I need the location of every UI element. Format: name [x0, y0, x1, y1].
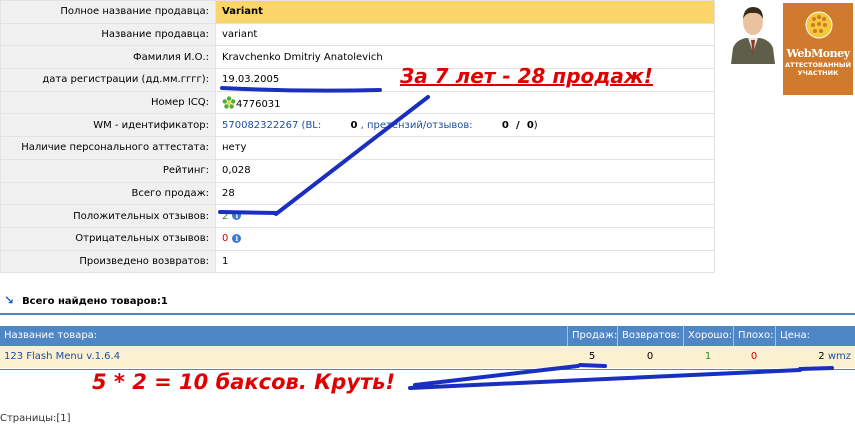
info-icon[interactable]: i — [232, 233, 242, 243]
goods-returns: 0 — [646, 351, 654, 362]
row-seller-name: Название продавца: variant — [0, 22, 715, 47]
icq-flower-icon — [222, 95, 236, 109]
label-negative: Отрицательных отзывов: — [0, 226, 216, 251]
claims-a: 0 — [501, 119, 509, 131]
row-negative: Отрицательных отзывов: 0i — [0, 226, 715, 251]
found-count: ↘ Всего найдено товаров:1 — [4, 293, 168, 307]
webmoney-badge[interactable]: WebMoney АТТЕСТОВАННЫЙ УЧАСТНИК — [782, 2, 854, 96]
goods-price-cell: 2 wmz — [775, 346, 855, 368]
row-attestat: Наличие персонального аттестата: нету — [0, 136, 715, 160]
value-seller-name: variant — [215, 22, 715, 47]
goods-price: 2 — [818, 351, 825, 362]
annotation-top: За 7 лет - 28 продаж! — [400, 64, 653, 88]
arrow-down-right-icon: ↘ — [4, 293, 15, 307]
seller-info-table: Полное название продавца: Variant Назван… — [0, 0, 715, 274]
goods-currency-link[interactable]: wmz — [828, 351, 851, 362]
pagination[interactable]: Страницы:[1] — [0, 413, 71, 424]
value-positive[interactable]: 2 — [222, 211, 228, 222]
table-row[interactable]: 123 Flash Menu v.1.6.4 5 0 1 0 2 wmz — [0, 346, 855, 368]
label-rating: Рейтинг: — [0, 158, 216, 183]
value-full-name: Variant — [215, 0, 715, 24]
row-total-sales: Всего продаж: 28 — [0, 181, 715, 206]
value-total-sales: 28 — [215, 181, 715, 206]
annotation-bottom: 5 * 2 = 10 баксов. Круть! — [92, 370, 396, 394]
col-sales-header[interactable]: Продаж: — [567, 326, 617, 346]
value-wmid-cell: 570082322267 (BL: 0 , претензий/отзывов:… — [215, 113, 715, 138]
label-total-sales: Всего продаж: — [0, 181, 216, 206]
row-icq: Номер ICQ: 4776031 — [0, 90, 715, 115]
wmid-link[interactable]: 570082322267 — [222, 120, 298, 131]
attested-line2: УЧАСТНИК — [797, 69, 839, 77]
value-negative[interactable]: 0 — [222, 233, 228, 244]
label-seller-name: Название продавца: — [0, 22, 216, 47]
claims-link[interactable]: , претензий/отзывов: — [361, 120, 473, 131]
pointer-line-price — [408, 368, 802, 390]
goods-good: 1 — [704, 351, 712, 362]
value-rating: 0,028 — [215, 158, 715, 183]
col-bad-header[interactable]: Плохо: — [733, 326, 775, 346]
claims-b: 0 — [526, 119, 534, 131]
value-returns: 1 — [215, 249, 715, 274]
goods-sales: 5 — [588, 351, 596, 362]
found-text: Всего найдено товаров:1 — [22, 296, 168, 307]
col-price-header[interactable]: Цена: — [775, 326, 855, 346]
attested-line1: АТТЕСТОВАННЫЙ — [784, 61, 852, 69]
label-attestat: Наличие персонального аттестата: — [0, 136, 216, 160]
label-wmid: WM - идентификатор: — [0, 113, 216, 138]
row-wmid: WM - идентификатор: 570082322267 (BL: 0 … — [0, 113, 715, 138]
label-full-name: Полное название продавца: — [0, 0, 216, 24]
value-icq: 4776031 — [236, 98, 281, 110]
row-full-name: Полное название продавца: Variant — [0, 0, 715, 24]
claims-close: ) — [533, 119, 538, 131]
label-positive: Положительных отзывов: — [0, 204, 216, 228]
webmoney-logo-text: WebMoney — [786, 47, 850, 60]
value-attestat: нету — [215, 136, 715, 160]
bl-prefix: (BL: — [301, 119, 322, 131]
label-fio: Фамилия И.О.: — [0, 45, 216, 70]
avatar-icon — [728, 2, 778, 64]
goods-table-header: Название товара: Продаж: Возвратов: Хоро… — [0, 326, 855, 346]
row-rating: Рейтинг: 0,028 — [0, 158, 715, 183]
bl-value: 0 — [350, 119, 358, 131]
value-positive-cell: 2i — [215, 204, 715, 228]
col-name-header[interactable]: Название товара: — [0, 326, 567, 346]
label-reg-date: дата регистрации (дд.мм.гггг): — [0, 68, 216, 92]
row-positive: Положительных отзывов: 2i — [0, 204, 715, 228]
claims-sep: / — [515, 119, 520, 131]
label-icq: Номер ICQ: — [0, 90, 216, 115]
col-returns-header[interactable]: Возвратов: — [617, 326, 683, 346]
info-icon[interactable]: i — [232, 211, 242, 221]
row-returns: Произведено возвратов: 1 — [0, 249, 715, 274]
goods-name-link[interactable]: 123 Flash Menu v.1.6.4 — [0, 346, 567, 368]
value-icq-cell: 4776031 — [215, 90, 715, 115]
webmoney-attested: АТТЕСТОВАННЫЙ УЧАСТНИК — [783, 61, 853, 77]
webmoney-logo — [805, 11, 833, 39]
goods-bad: 0 — [750, 351, 758, 362]
value-negative-cell: 0i — [215, 226, 715, 251]
col-good-header[interactable]: Хорошо: — [683, 326, 733, 346]
divider-top — [0, 313, 855, 315]
label-returns: Произведено возвратов: — [0, 249, 216, 274]
